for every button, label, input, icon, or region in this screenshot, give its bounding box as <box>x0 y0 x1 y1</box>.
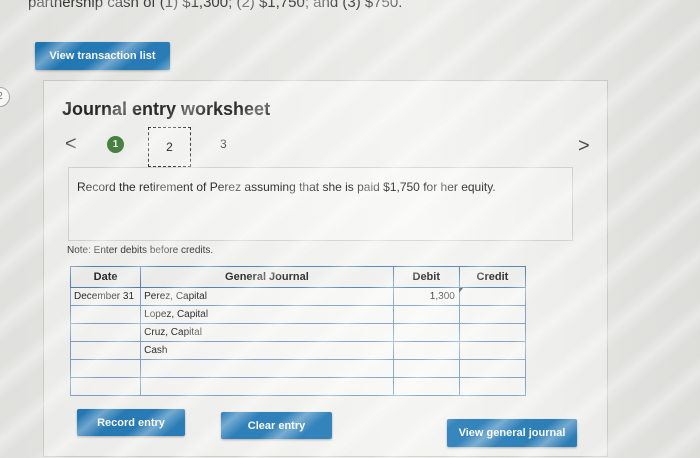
next-arrow-icon[interactable]: > <box>578 135 590 158</box>
credit-cell[interactable] <box>458 305 527 324</box>
debit-cell[interactable] <box>392 359 460 378</box>
note-text: Note: Enter debits before credits. <box>67 245 214 256</box>
date-cell[interactable] <box>69 323 142 342</box>
account-cell[interactable]: Lopez, Capital <box>140 305 394 324</box>
table-row: Cruz, Capital <box>69 323 527 342</box>
general-journal-table: Date General Journal Debit Credit Decemb… <box>69 266 527 396</box>
clear-entry-button[interactable]: Clear entry <box>221 412 332 439</box>
credit-cell[interactable] <box>458 377 527 396</box>
header-credit: Credit <box>458 266 527 288</box>
account-cell[interactable]: Cruz, Capital <box>140 323 394 342</box>
table-row: Cash <box>69 341 527 360</box>
header-general-journal: General Journal <box>140 266 394 288</box>
step-1-indicator[interactable]: 1 <box>107 136 124 153</box>
debit-cell[interactable]: 1,300 <box>392 287 463 306</box>
record-entry-button[interactable]: Record entry <box>77 409 185 436</box>
table-row: December 31 Perez, Capital 1,300 <box>69 287 527 306</box>
account-cell[interactable]: Perez, Capital <box>140 287 394 306</box>
journal-entry-worksheet-panel: Journal entry worksheet < 1 2 3 > Record… <box>43 80 608 457</box>
account-cell[interactable]: Cash <box>140 341 394 360</box>
credit-cell[interactable] <box>458 341 527 360</box>
credit-cell[interactable] <box>458 359 527 378</box>
date-cell[interactable] <box>69 341 142 360</box>
date-cell[interactable] <box>69 377 142 396</box>
debit-value: 1,300 <box>429 291 455 302</box>
problem-text: partnership cash of (1) $1,300; (2) $1,7… <box>28 0 403 11</box>
debit-cell[interactable] <box>392 341 460 360</box>
account-cell[interactable] <box>140 377 394 396</box>
table-header-row: Date General Journal Debit Credit <box>69 266 527 288</box>
date-cell[interactable]: December 31 <box>69 287 142 306</box>
date-cell[interactable] <box>69 305 142 324</box>
credit-cell[interactable] <box>458 323 527 342</box>
debit-cell[interactable] <box>392 377 460 396</box>
question-number-badge: 2 <box>0 87 10 107</box>
view-general-journal-button[interactable]: View general journal <box>447 419 577 447</box>
instruction-box: Record the retirement of Perez assuming … <box>68 167 573 241</box>
header-date: Date <box>69 266 142 288</box>
table-row: Lopez, Capital <box>69 305 527 324</box>
account-cell[interactable] <box>140 359 394 378</box>
credit-cell[interactable] <box>458 287 527 306</box>
worksheet-title: Journal entry worksheet <box>62 99 271 119</box>
step-2-indicator[interactable]: 2 <box>148 127 191 167</box>
table-row <box>69 377 527 396</box>
view-transaction-list-button[interactable]: View transaction list <box>35 42 170 70</box>
debit-cell[interactable] <box>392 305 460 324</box>
step-3-indicator[interactable]: 3 <box>220 137 227 151</box>
instruction-text: Record the retirement of Perez assuming … <box>77 180 496 194</box>
prev-arrow-icon[interactable]: < <box>65 133 77 156</box>
table-row <box>69 359 527 378</box>
debit-cell[interactable] <box>392 323 460 342</box>
header-debit: Debit <box>392 266 460 288</box>
date-cell[interactable] <box>69 359 142 378</box>
